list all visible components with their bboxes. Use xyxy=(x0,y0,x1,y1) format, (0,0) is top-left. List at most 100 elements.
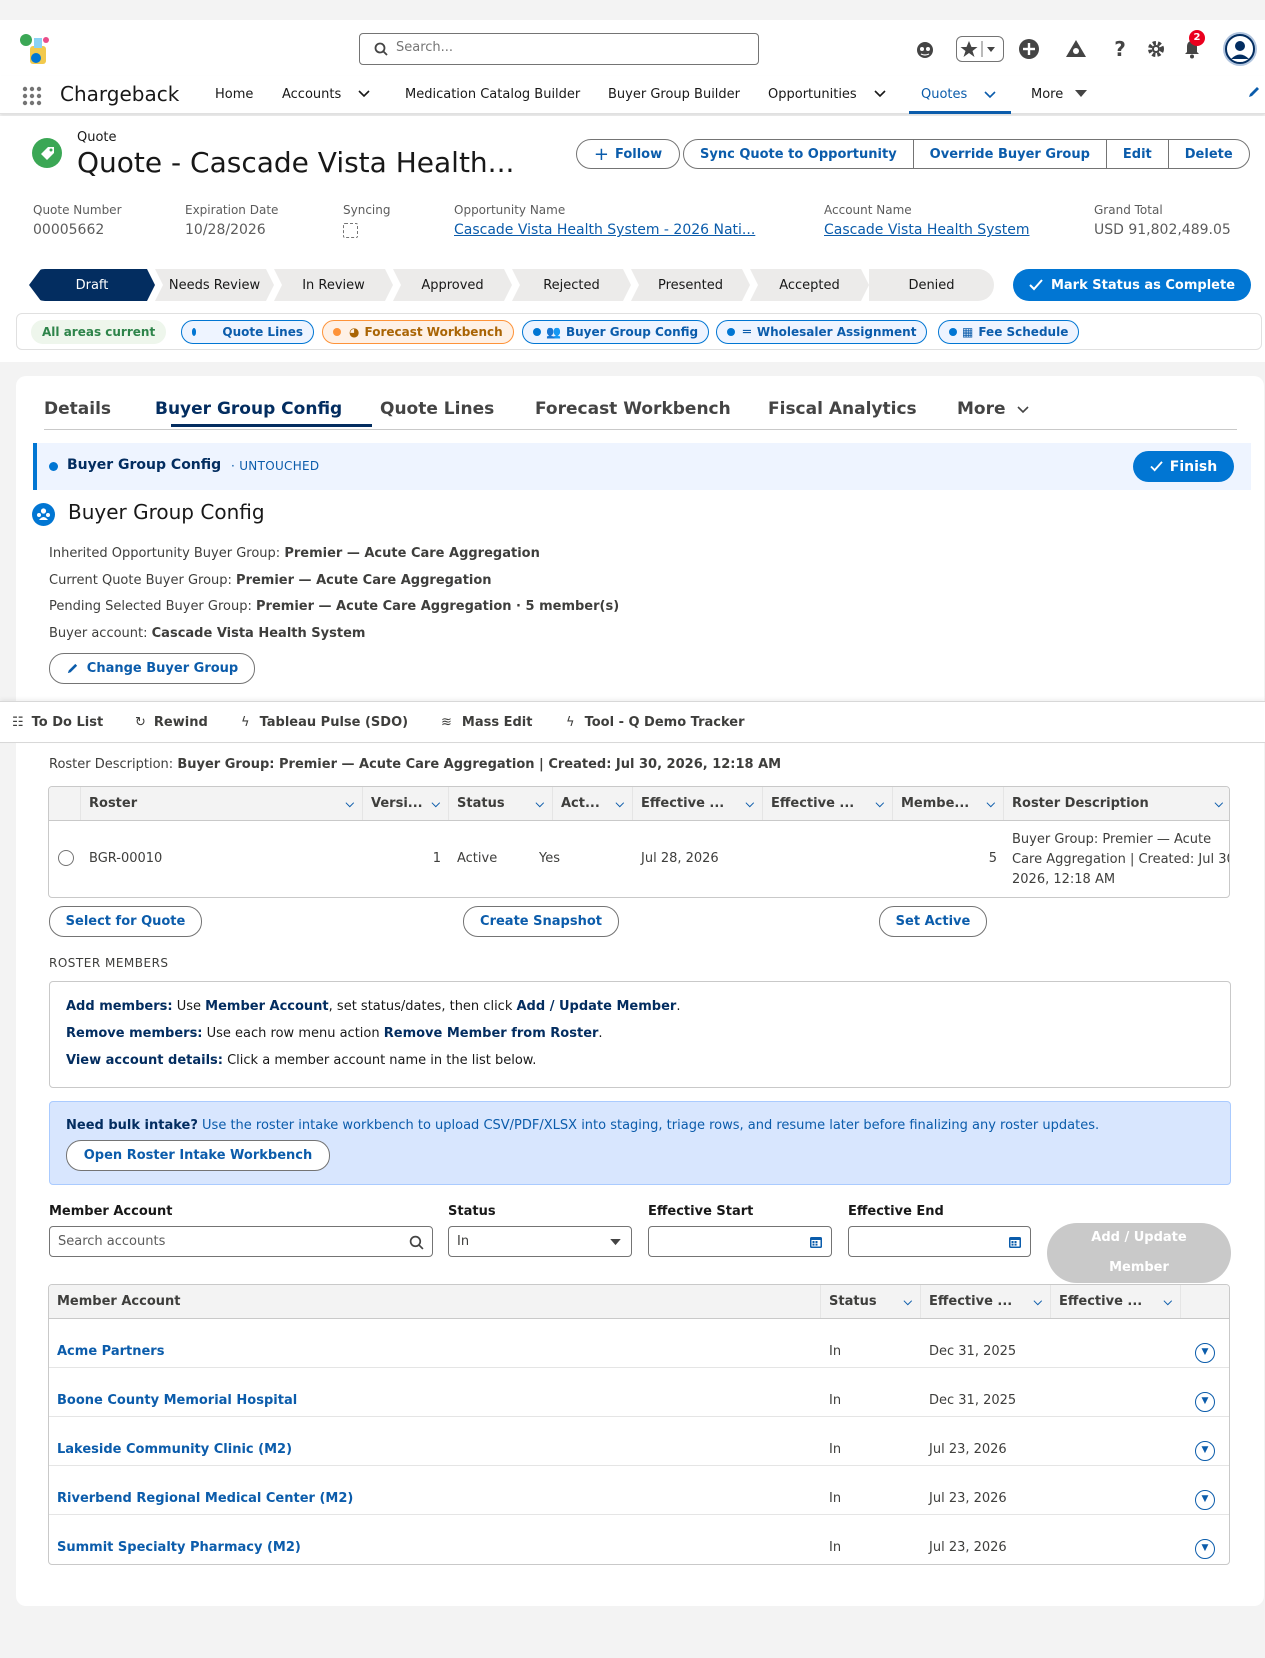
tab-quote-lines[interactable]: Quote Lines xyxy=(380,399,494,419)
bulk-intake-notice: Need bulk intake? Use the roster intake … xyxy=(49,1101,1231,1185)
path-step-draft[interactable]: Draft xyxy=(29,269,155,301)
column-header-status[interactable]: Status ⌵ xyxy=(821,1285,921,1318)
set-active-button[interactable]: Set Active xyxy=(879,906,987,937)
area-pill-fee-schedule[interactable]: ▦ Fee Schedule xyxy=(938,320,1080,344)
utility-tableau-pulse[interactable]: ϟ Tableau Pulse (SDO) xyxy=(241,702,408,744)
tab-details[interactable]: Details xyxy=(44,399,111,419)
nav-item-accounts[interactable]: Accounts xyxy=(282,76,341,114)
area-pill-buyer-group-config[interactable]: 👥 Buyer Group Config xyxy=(522,320,710,344)
nav-item-quotes[interactable]: Quotes xyxy=(909,76,1011,114)
area-pill-quote-lines[interactable]: Quote Lines xyxy=(181,320,314,344)
delete-button[interactable]: Delete xyxy=(1169,140,1249,168)
path-step-accepted[interactable]: Accepted xyxy=(750,269,869,301)
lightning-icon: ϟ xyxy=(566,715,575,730)
sync-quote-to-opportunity-button[interactable]: Sync Quote to Opportunity xyxy=(684,140,914,168)
edit-nav-pencil-icon[interactable] xyxy=(1247,76,1261,114)
nav-item-medication-catalog-builder[interactable]: Medication Catalog Builder xyxy=(405,76,580,114)
member-account-search[interactable]: Search accounts xyxy=(49,1226,433,1257)
row-divider xyxy=(49,1465,1229,1466)
area-pill-forecast-workbench[interactable]: ◕ Forecast Workbench xyxy=(322,320,514,344)
trailhead-icon[interactable] xyxy=(1063,36,1089,62)
caret-down-icon xyxy=(610,1239,621,1246)
column-header-status[interactable]: Status ⌵ xyxy=(449,787,553,820)
tab-more[interactable]: More xyxy=(957,399,1030,419)
override-buyer-group-button[interactable]: Override Buyer Group xyxy=(914,140,1107,168)
nav-item-opportunities[interactable]: Opportunities xyxy=(768,76,857,114)
org-logo-icon[interactable] xyxy=(16,32,56,68)
tab-fiscal-analytics[interactable]: Fiscal Analytics xyxy=(768,399,917,419)
account-name-link[interactable]: Cascade Vista Health System xyxy=(824,222,1029,238)
utility-mass-edit[interactable]: ≋ Mass Edit xyxy=(441,702,532,744)
help-label: Remove members: xyxy=(66,1026,203,1041)
row-action-menu-icon[interactable]: ▼ xyxy=(1195,1392,1215,1412)
member-account-link[interactable]: Acme Partners xyxy=(57,1344,164,1359)
change-buyer-group-button[interactable]: Change Buyer Group xyxy=(49,653,255,684)
add-update-member-button[interactable]: Add / Update Member xyxy=(1047,1223,1231,1283)
nav-item-buyer-group-builder[interactable]: Buyer Group Builder xyxy=(608,76,740,114)
app-launcher-icon[interactable] xyxy=(22,86,42,106)
member-account-link[interactable]: Boone County Memorial Hospital xyxy=(57,1393,297,1408)
member-account-link[interactable]: Riverbend Regional Medical Center (M2) xyxy=(57,1491,353,1506)
row-action-menu-icon[interactable]: ▼ xyxy=(1195,1441,1215,1461)
effective-start-date-input[interactable] xyxy=(648,1226,832,1257)
add-icon[interactable] xyxy=(1016,36,1042,62)
utility-to-do-list[interactable]: ☷ To Do List xyxy=(12,702,103,744)
column-header-roster-description[interactable]: Roster Description ⌵ xyxy=(1004,787,1229,820)
member-effective-start: Dec 31, 2025 xyxy=(929,1344,1017,1359)
global-search[interactable] xyxy=(359,33,759,65)
area-pill-wholesaler-assignment[interactable]: ═ Wholesaler Assignment xyxy=(716,320,928,344)
astro-icon[interactable] xyxy=(912,36,938,62)
utility-demo-tracker[interactable]: ϟ Tool - Q Demo Tracker xyxy=(566,702,745,744)
select-for-quote-button[interactable]: Select for Quote xyxy=(49,906,202,937)
row-action-menu-icon[interactable]: ▼ xyxy=(1195,1539,1215,1559)
edit-button[interactable]: Edit xyxy=(1107,140,1169,168)
follow-button[interactable]: + Follow xyxy=(576,139,680,169)
path-step-approved[interactable]: Approved xyxy=(393,269,512,301)
search-input[interactable] xyxy=(396,40,736,55)
create-snapshot-button[interactable]: Create Snapshot xyxy=(463,906,619,937)
utility-rewind[interactable]: ↻ Rewind xyxy=(135,702,208,744)
opportunity-name-link[interactable]: Cascade Vista Health System - 2026 Nati.… xyxy=(454,222,755,238)
tab-forecast-workbench[interactable]: Forecast Workbench xyxy=(535,399,731,419)
roster-status: Active xyxy=(457,851,498,866)
user-avatar[interactable] xyxy=(1223,32,1257,66)
app-name: Chargeback xyxy=(60,82,180,106)
member-account-link[interactable]: Summit Specialty Pharmacy (M2) xyxy=(57,1540,301,1555)
finish-button[interactable]: Finish xyxy=(1133,451,1234,482)
roster-row-radio[interactable] xyxy=(58,850,74,866)
chevron-down-icon[interactable] xyxy=(873,76,887,114)
quote-number-value: 00005662 xyxy=(33,222,105,238)
open-roster-intake-workbench-button[interactable]: Open Roster Intake Workbench xyxy=(66,1140,330,1171)
status-path: Draft Needs Review In Review Approved Re… xyxy=(29,269,994,301)
setup-gear-icon[interactable] xyxy=(1143,36,1169,62)
column-header-effective-start[interactable]: Effective ... ⌵ xyxy=(633,787,763,820)
column-header-effective-end[interactable]: Effective ... ⌵ xyxy=(763,787,893,820)
help-icon[interactable]: ? xyxy=(1107,36,1133,62)
chevron-down-icon[interactable] xyxy=(357,76,371,114)
column-header-members[interactable]: Membe... ⌵ xyxy=(893,787,1004,820)
row-action-menu-icon[interactable]: ▼ xyxy=(1195,1343,1215,1363)
path-step-presented[interactable]: Presented xyxy=(631,269,750,301)
column-header-active[interactable]: Act... ⌵ xyxy=(553,787,633,820)
member-account-link[interactable]: Lakeside Community Clinic (M2) xyxy=(57,1442,292,1457)
column-header-version[interactable]: Versi... ⌵ xyxy=(363,787,449,820)
path-step-needs-review[interactable]: Needs Review xyxy=(155,269,274,301)
column-header-effective-end[interactable]: Effective ... ⌵ xyxy=(1051,1285,1181,1318)
path-step-rejected[interactable]: Rejected xyxy=(512,269,631,301)
path-step-in-review[interactable]: In Review xyxy=(274,269,393,301)
help-text: Click a member account name in the list … xyxy=(227,1053,537,1068)
column-header-effective-start[interactable]: Effective ... ⌵ xyxy=(921,1285,1051,1318)
column-header-roster[interactable]: Roster ⌵ xyxy=(81,787,363,820)
effective-end-date-input[interactable] xyxy=(848,1226,1031,1257)
nav-item-home[interactable]: Home xyxy=(215,76,253,114)
roster-members-heading: ROSTER MEMBERS xyxy=(49,956,169,970)
tab-buyer-group-config[interactable]: Buyer Group Config xyxy=(155,399,342,419)
path-step-denied[interactable]: Denied xyxy=(869,269,994,301)
status-select[interactable]: In xyxy=(448,1226,632,1257)
roster-description-text: Care Aggregation | Created: Jul 30, xyxy=(1012,852,1230,867)
mark-status-complete-button[interactable]: Mark Status as Complete xyxy=(1013,269,1251,301)
row-action-menu-icon[interactable]: ▼ xyxy=(1195,1490,1215,1510)
nav-item-more[interactable]: More xyxy=(1031,76,1088,114)
column-header-member-account[interactable]: Member Account xyxy=(49,1285,821,1318)
favorites-icon[interactable] xyxy=(956,36,1004,62)
